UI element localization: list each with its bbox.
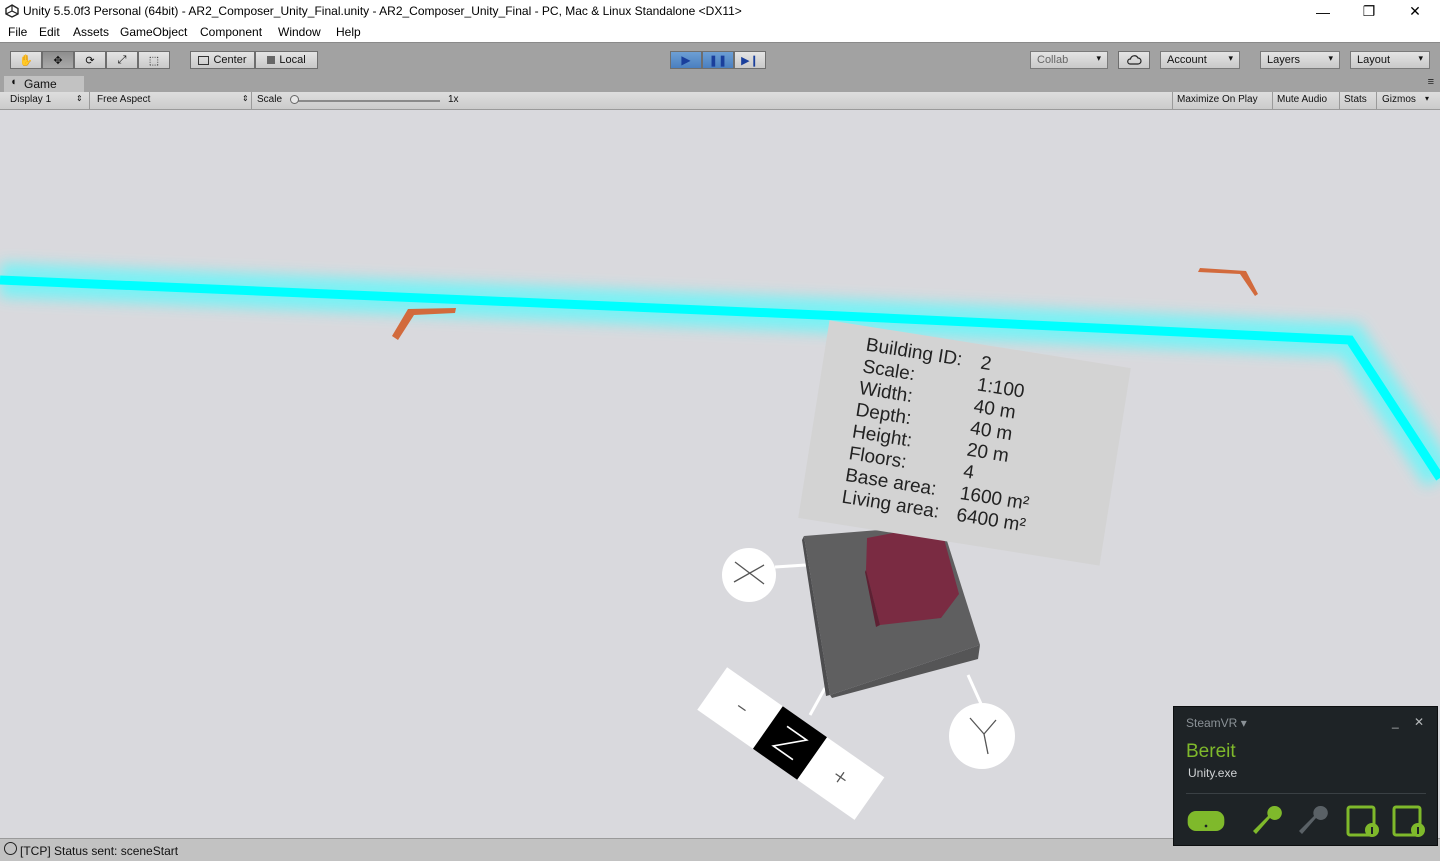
panel-menu-icon[interactable]: ≡ (1428, 76, 1434, 88)
divider (1186, 793, 1426, 794)
menu-window[interactable]: Window (278, 25, 321, 39)
menu-component[interactable]: Component (200, 25, 262, 39)
menu-edit[interactable]: Edit (39, 25, 60, 39)
collab-dropdown[interactable]: Collab ▾ (1030, 51, 1108, 69)
account-label: Account (1167, 54, 1207, 66)
step-button[interactable]: ▶❙ (734, 51, 766, 69)
main-toolbar: ✋ ✥ ⟳ ⤢ ⬚ Center Local ▶ ❚❚ ▶❙ Collab ▾ … (0, 42, 1440, 77)
base-station-1-icon[interactable] (1342, 804, 1382, 838)
chevron-down-icon: ▾ (1240, 716, 1247, 730)
layout-label: Layout (1357, 54, 1391, 66)
window-title: Unity 5.5.0f3 Personal (64bit) - AR2_Com… (23, 4, 742, 18)
unity-logo-icon (5, 4, 19, 18)
cube-icon (267, 56, 276, 64)
collab-label: Collab (1037, 54, 1069, 66)
steamvr-title: SteamVR (1186, 716, 1238, 730)
move-tool-button[interactable]: ✥ (42, 51, 74, 69)
rotate-tool-button[interactable]: ⟳ (74, 51, 106, 69)
scale-value: 1x (448, 94, 459, 105)
menu-gameobject[interactable]: GameObject (120, 25, 187, 39)
scale-tool-button[interactable]: ⤢ (106, 51, 138, 69)
info-value: 4 (961, 461, 976, 484)
divider (1172, 92, 1173, 109)
display-select[interactable]: Display 1 (10, 94, 51, 105)
menu-help[interactable]: Help (336, 25, 361, 39)
tab-game[interactable]: ◖ Game (4, 76, 84, 92)
steamvr-close-button[interactable]: ✕ (1414, 715, 1424, 729)
dropdown-arrow-icon: ▾ (1418, 53, 1423, 63)
controller-2-icon[interactable] (1294, 804, 1334, 838)
hand-tool-button[interactable]: ✋ (10, 51, 42, 69)
aspect-select[interactable]: Free Aspect (97, 94, 150, 105)
layers-label: Layers (1267, 54, 1301, 66)
dropdown-arrow-icon: ▾ (1328, 53, 1333, 63)
divider (1272, 92, 1273, 109)
rotate-icon: ⟳ (85, 54, 95, 67)
space-label: Local (279, 54, 306, 66)
minimize-button[interactable]: — (1300, 0, 1346, 23)
restore-button[interactable]: ❐ (1346, 0, 1392, 23)
gizmos-arrow-icon: ▾ (1425, 94, 1430, 103)
y-axis-handle[interactable] (949, 703, 1015, 769)
hand-icon: ✋ (19, 54, 33, 67)
scale-slider-thumb[interactable] (290, 95, 299, 104)
status-message[interactable]: [TCP] Status sent: sceneStart (20, 844, 178, 858)
display-select-arrow-icon: ⇕ (76, 94, 83, 103)
play-icon: ▶ (681, 53, 691, 67)
info-icon (4, 842, 17, 855)
menu-file[interactable]: File (8, 25, 27, 39)
cloud-icon (1127, 55, 1142, 65)
corner-marker (1198, 268, 1258, 296)
divider (251, 92, 252, 109)
menu-assets[interactable]: Assets (73, 25, 109, 39)
step-icon: ▶❙ (741, 54, 759, 67)
x-axis-handle[interactable] (722, 548, 776, 602)
maximize-on-play-toggle[interactable]: Maximize On Play (1177, 94, 1258, 105)
steamvr-menu[interactable]: SteamVR ▾ (1186, 716, 1247, 730)
scale-label: Scale (257, 94, 283, 105)
aspect-select-arrow-icon: ⇕ (242, 94, 249, 103)
controller-1-icon[interactable] (1248, 804, 1288, 838)
cloud-button[interactable] (1118, 51, 1150, 69)
layout-dropdown[interactable]: Layout ▾ (1350, 51, 1430, 69)
move-icon: ✥ (53, 54, 63, 67)
dropdown-arrow-icon: ▾ (1228, 53, 1233, 63)
steamvr-status-window: SteamVR ▾ _ ✕ Bereit Unity.exe (1173, 706, 1438, 846)
building-block (802, 524, 980, 698)
menu-bar: File Edit Assets GameObject Component Wi… (0, 23, 1440, 42)
divider (1376, 92, 1377, 109)
tab-game-label: Game (24, 77, 57, 91)
steamvr-minimize-button[interactable]: _ (1392, 715, 1399, 729)
game-view-toolbar: Display 1 ⇕ Free Aspect ⇕ Scale 1x Maxim… (0, 92, 1440, 110)
steamvr-app-name: Unity.exe (1188, 766, 1238, 780)
pause-icon: ❚❚ (708, 54, 728, 67)
info-value: 2 (979, 352, 993, 376)
divider (1339, 92, 1340, 109)
layers-dropdown[interactable]: Layers ▾ (1260, 51, 1340, 69)
pivot-center-toggle[interactable]: Center (190, 51, 255, 69)
pivot-icon (198, 55, 210, 65)
close-button[interactable]: ✕ (1392, 0, 1438, 23)
panel-tab-bar: ◖ Game ≡ (0, 76, 1440, 92)
game-controller-icon: ◖ (10, 76, 17, 88)
mute-audio-toggle[interactable]: Mute Audio (1277, 94, 1327, 105)
rect-tool-button[interactable]: ⬚ (138, 51, 170, 69)
steamvr-status: Bereit (1186, 741, 1236, 762)
gizmos-dropdown[interactable]: Gizmos (1382, 94, 1416, 105)
play-button[interactable]: ▶ (670, 51, 702, 69)
pivot-label: Center (213, 54, 247, 66)
rect-icon: ⬚ (148, 54, 160, 67)
pause-button[interactable]: ❚❚ (702, 51, 734, 69)
title-bar: Unity 5.5.0f3 Personal (64bit) - AR2_Com… (0, 0, 1440, 23)
account-dropdown[interactable]: Account ▾ (1160, 51, 1240, 69)
scale-icon: ⤢ (117, 53, 127, 66)
scale-slider-track[interactable] (294, 100, 440, 102)
dropdown-arrow-icon: ▾ (1096, 53, 1101, 63)
divider (89, 92, 90, 109)
base-station-2-icon[interactable] (1388, 804, 1428, 838)
pivot-space-toggle[interactable]: Local (255, 51, 318, 69)
boundary-glow-line (0, 263, 1440, 488)
headset-icon[interactable] (1186, 804, 1226, 838)
stats-toggle[interactable]: Stats (1344, 94, 1367, 105)
